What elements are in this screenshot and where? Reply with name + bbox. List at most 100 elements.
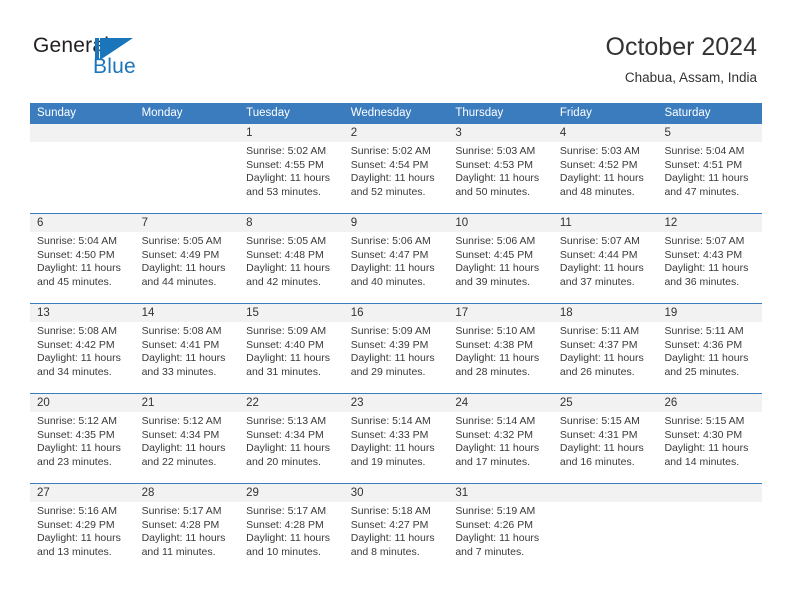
day-cell-9[interactable]: Sunrise: 5:06 AM Sunset: 4:47 PM Daylight:… — [344, 232, 449, 303]
day-number-16[interactable]: 16 — [344, 304, 449, 322]
day-number-empty — [30, 124, 135, 142]
day-detail-line4: and 53 minutes. — [246, 185, 321, 198]
day-number-1[interactable]: 1 — [239, 124, 344, 142]
day-detail-line3: Daylight: 11 hours — [350, 172, 435, 185]
day-detail-line2: Sunset: 4:36 PM — [664, 338, 743, 351]
day-cell-15[interactable]: Sunrise: 5:09 AM Sunset: 4:40 PM Daylight:… — [239, 322, 344, 393]
day-number-7[interactable]: 7 — [135, 214, 240, 232]
day-number-25[interactable]: 25 — [553, 394, 658, 412]
day-cell-13[interactable]: Sunrise: 5:08 AM Sunset: 4:42 PM Daylight:… — [30, 322, 135, 393]
day-cell-7[interactable]: Sunrise: 5:05 AM Sunset: 4:49 PM Daylight:… — [135, 232, 240, 303]
day-cell-25[interactable]: Sunrise: 5:15 AM Sunset: 4:31 PM Daylight:… — [553, 412, 658, 483]
day-cell-26[interactable]: Sunrise: 5:15 AM Sunset: 4:30 PM Daylight:… — [657, 412, 762, 483]
day-cell-12[interactable]: Sunrise: 5:07 AM Sunset: 4:43 PM Daylight:… — [657, 232, 762, 303]
day-number-6[interactable]: 6 — [30, 214, 135, 232]
day-cell-1[interactable]: Sunrise: 5:02 AM Sunset: 4:55 PM Daylight:… — [239, 142, 344, 213]
day-detail-line1: Sunrise: 5:09 AM — [246, 325, 327, 337]
day-number-29[interactable]: 29 — [239, 484, 344, 502]
logo-text-blue: Blue — [93, 55, 136, 78]
day-number-4[interactable]: 4 — [553, 124, 658, 142]
day-detail-line1: Sunrise: 5:05 AM — [246, 235, 327, 247]
day-number-3[interactable]: 3 — [448, 124, 553, 142]
day-cell-empty — [657, 502, 762, 573]
day-number-10[interactable]: 10 — [448, 214, 553, 232]
day-detail-line4: and 11 minutes. — [141, 545, 216, 558]
day-detail-line3: Daylight: 11 hours — [559, 352, 644, 365]
day-cell-31[interactable]: Sunrise: 5:19 AM Sunset: 4:26 PM Daylight:… — [448, 502, 553, 573]
day-detail-line2: Sunset: 4:51 PM — [664, 158, 743, 171]
day-cell-3[interactable]: Sunrise: 5:03 AM Sunset: 4:53 PM Daylight:… — [448, 142, 553, 213]
day-number-9[interactable]: 9 — [344, 214, 449, 232]
day-detail-band: Sunrise: 5:08 AM Sunset: 4:42 PM Daylight:… — [30, 322, 762, 393]
day-detail-line3: Daylight: 11 hours — [350, 262, 435, 275]
day-number-13[interactable]: 13 — [30, 304, 135, 322]
day-number-22[interactable]: 22 — [239, 394, 344, 412]
day-cell-18[interactable]: Sunrise: 5:11 AM Sunset: 4:37 PM Daylight:… — [553, 322, 658, 393]
day-cell-29[interactable]: Sunrise: 5:17 AM Sunset: 4:28 PM Daylight:… — [239, 502, 344, 573]
day-cell-20[interactable]: Sunrise: 5:12 AM Sunset: 4:35 PM Daylight:… — [30, 412, 135, 483]
day-detail-line4: and 37 minutes. — [559, 275, 635, 288]
day-detail-line4: and 17 minutes. — [455, 455, 531, 468]
day-detail-line4: and 45 minutes. — [37, 275, 112, 288]
day-detail-line1: Sunrise: 5:17 AM — [141, 505, 222, 517]
day-cell-6[interactable]: Sunrise: 5:04 AM Sunset: 4:50 PM Daylight:… — [30, 232, 135, 303]
day-cell-16[interactable]: Sunrise: 5:09 AM Sunset: 4:39 PM Daylight:… — [344, 322, 449, 393]
day-cell-21[interactable]: Sunrise: 5:12 AM Sunset: 4:34 PM Daylight:… — [135, 412, 240, 483]
general-blue-logo: General Blue — [33, 34, 213, 84]
day-number-12[interactable]: 12 — [657, 214, 762, 232]
day-cell-17[interactable]: Sunrise: 5:10 AM Sunset: 4:38 PM Daylight:… — [448, 322, 553, 393]
day-number-18[interactable]: 18 — [553, 304, 658, 322]
day-cell-11[interactable]: Sunrise: 5:07 AM Sunset: 4:44 PM Daylight:… — [553, 232, 658, 303]
day-detail-band: Sunrise: 5:12 AM Sunset: 4:35 PM Daylight:… — [30, 412, 762, 483]
day-cell-8[interactable]: Sunrise: 5:05 AM Sunset: 4:48 PM Daylight:… — [239, 232, 344, 303]
day-number-11[interactable]: 11 — [553, 214, 658, 232]
day-number-5[interactable]: 5 — [657, 124, 762, 142]
weekday-header-friday: Friday — [559, 107, 592, 119]
day-detail-line3: Daylight: 11 hours — [37, 352, 121, 365]
day-cell-23[interactable]: Sunrise: 5:14 AM Sunset: 4:33 PM Daylight:… — [344, 412, 449, 483]
day-cell-10[interactable]: Sunrise: 5:06 AM Sunset: 4:45 PM Daylight:… — [448, 232, 553, 303]
day-number-23[interactable]: 23 — [344, 394, 449, 412]
day-detail-line4: and 44 minutes. — [141, 275, 217, 288]
day-cell-4[interactable]: Sunrise: 5:03 AM Sunset: 4:52 PM Daylight:… — [553, 142, 658, 213]
day-detail-line1: Sunrise: 5:08 AM — [141, 325, 222, 337]
day-number-31[interactable]: 31 — [448, 484, 553, 502]
day-cell-14[interactable]: Sunrise: 5:08 AM Sunset: 4:41 PM Daylight:… — [135, 322, 240, 393]
day-detail-line1: Sunrise: 5:15 AM — [664, 415, 745, 427]
day-number-24[interactable]: 24 — [448, 394, 553, 412]
day-number-14[interactable]: 14 — [135, 304, 240, 322]
day-detail-line1: Sunrise: 5:07 AM — [664, 235, 745, 247]
day-detail-line2: Sunset: 4:33 PM — [350, 428, 429, 441]
day-detail-line1: Sunrise: 5:02 AM — [350, 145, 431, 157]
day-number-19[interactable]: 19 — [657, 304, 762, 322]
day-detail-line2: Sunset: 4:43 PM — [664, 248, 743, 261]
day-number-26[interactable]: 26 — [657, 394, 762, 412]
calendar-week-row: 13 14 15 16 17 18 19 Sunrise: 5:08 AM Sunset: 4:… — [30, 303, 762, 393]
day-number-band: 6 7 8 9 10 11 12 — [30, 214, 762, 232]
day-cell-24[interactable]: Sunrise: 5:14 AM Sunset: 4:32 PM Daylight:… — [448, 412, 553, 483]
day-number-28[interactable]: 28 — [135, 484, 240, 502]
day-cell-19[interactable]: Sunrise: 5:11 AM Sunset: 4:36 PM Daylight:… — [657, 322, 762, 393]
day-number-30[interactable]: 30 — [344, 484, 449, 502]
day-number-27[interactable]: 27 — [30, 484, 135, 502]
day-number-15[interactable]: 15 — [239, 304, 344, 322]
day-cell-5[interactable]: Sunrise: 5:04 AM Sunset: 4:51 PM Daylight:… — [657, 142, 762, 213]
day-cell-28[interactable]: Sunrise: 5:17 AM Sunset: 4:28 PM Daylight:… — [135, 502, 240, 573]
day-detail-line4: and 28 minutes. — [455, 365, 531, 378]
day-number-20[interactable]: 20 — [30, 394, 135, 412]
day-detail-line2: Sunset: 4:35 PM — [37, 428, 115, 441]
day-detail-line4: and 14 minutes. — [664, 455, 740, 468]
day-detail-line2: Sunset: 4:26 PM — [455, 518, 533, 531]
day-number-2[interactable]: 2 — [344, 124, 449, 142]
day-cell-27[interactable]: Sunrise: 5:16 AM Sunset: 4:29 PM Daylight:… — [30, 502, 135, 573]
day-detail-line2: Sunset: 4:29 PM — [37, 518, 115, 531]
day-detail-line4: and 8 minutes. — [350, 545, 420, 558]
day-cell-22[interactable]: Sunrise: 5:13 AM Sunset: 4:34 PM Daylight:… — [239, 412, 344, 483]
day-number-17[interactable]: 17 — [448, 304, 553, 322]
day-cell-30[interactable]: Sunrise: 5:18 AM Sunset: 4:27 PM Daylight:… — [344, 502, 449, 573]
day-cell-2[interactable]: Sunrise: 5:02 AM Sunset: 4:54 PM Daylight:… — [344, 142, 449, 213]
weekday-header-monday: Monday — [141, 107, 183, 119]
day-number-8[interactable]: 8 — [239, 214, 344, 232]
day-number-21[interactable]: 21 — [135, 394, 240, 412]
day-number-band: 20 21 22 23 24 25 26 — [30, 394, 762, 412]
